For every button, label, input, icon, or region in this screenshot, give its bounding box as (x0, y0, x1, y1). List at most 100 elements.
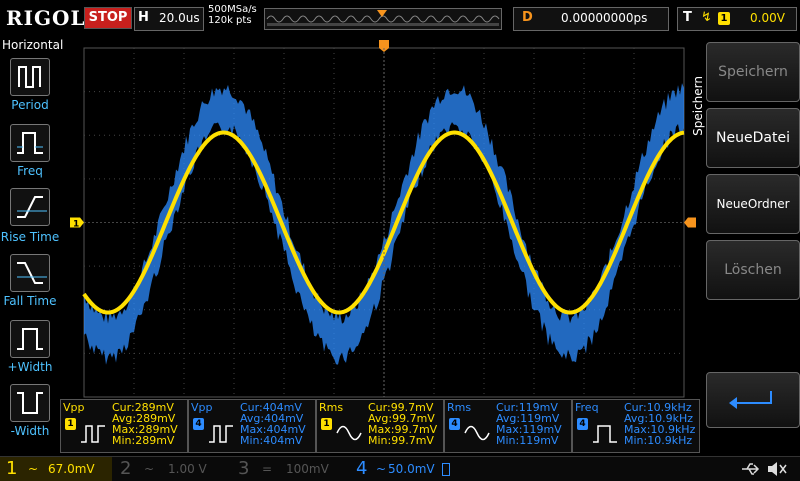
trigger-level-value: 0.00V (750, 11, 785, 25)
measurement-rms-ch1[interactable]: Rms 1 Cur:99.7mV Avg:99.7mV Max:99.7mV M… (316, 399, 444, 453)
measurement-name: Freq (575, 401, 599, 414)
coupling-icon: ~ (144, 462, 155, 476)
speichern-button[interactable]: Speichern (706, 42, 800, 102)
loeschen-button[interactable]: Löschen (706, 240, 800, 300)
trigger-position-marker (377, 10, 387, 17)
top-status-bar: RIGOL STOP H 20.0us 500MSa/s 120k pts D … (0, 0, 800, 36)
freq-label: Freq (17, 164, 43, 178)
trigger-source-badge: 1 (718, 12, 730, 25)
measurement-rms-ch4[interactable]: Rms 4 Cur:119mV Avg:119mV Max:119mV Min:… (444, 399, 572, 453)
measure-pos-width-button[interactable] (10, 320, 50, 358)
channel-status-bar: 1 ~ 67.0mV 2 ~ 1.00 V 3 = 100mV 4 ~ 50.0… (0, 456, 800, 481)
horizontal-letter: H (138, 10, 149, 25)
neg-width-label: -Width (10, 424, 50, 438)
channel-badge: 1 (65, 418, 76, 430)
delay-value: 0.00000000ps (561, 11, 648, 25)
measure-fall-time-button[interactable] (10, 254, 50, 292)
measurement-name: Rms (447, 401, 472, 414)
min-value: Min:289mV (112, 434, 175, 447)
min-value: Min:119mV (496, 434, 559, 447)
bandwidth-limit-icon (442, 463, 450, 476)
min-value: Min:10.9kHz (624, 434, 693, 447)
channel-number: 3 (238, 458, 250, 479)
period-label: Period (11, 98, 49, 112)
graticule: 1 (70, 40, 696, 398)
trigger-box[interactable]: T ↯ 1 0.00V (677, 7, 797, 31)
acquisition-info: 500MSa/s 120k pts (208, 4, 257, 26)
min-value: Min:404mV (240, 434, 303, 447)
coupling-icon: ~ (28, 462, 39, 476)
channel-2-status[interactable]: 2 ~ 1.00 V (116, 457, 228, 481)
measure-period-button[interactable] (10, 58, 50, 96)
positive-width-icon (17, 328, 43, 350)
trigger-level-marker[interactable] (684, 217, 696, 228)
run-stop-indicator[interactable]: STOP (84, 7, 132, 29)
channel-scale: 50.0mV (388, 462, 435, 476)
timebase-value: 20.0us (159, 11, 200, 25)
menu-title: Horizontal (2, 38, 64, 52)
back-button[interactable] (706, 372, 800, 428)
fall-time-label: Fall Time (3, 294, 57, 308)
measurement-vpp-ch1[interactable]: Vpp 1 Cur:289mV Avg:289mV Max:289mV Min:… (60, 399, 188, 453)
min-value: Min:99.7mV (368, 434, 434, 447)
channel-4-status[interactable]: 4 ~ 50.0mV (352, 457, 464, 481)
coupling-icon: ~ (376, 462, 387, 476)
trigger-letter: T (683, 10, 692, 25)
delay-box[interactable]: D 0.00000000ps (513, 7, 669, 31)
delay-letter: D (522, 10, 533, 25)
channel-number: 1 (6, 458, 18, 479)
pos-width-label: +Width (7, 360, 53, 374)
channel-badge: 4 (193, 418, 204, 430)
rise-time-label: Rise Time (0, 230, 60, 244)
speaker-muted-icon[interactable] (766, 460, 788, 478)
measure-neg-width-button[interactable] (10, 384, 50, 422)
right-soft-menu: Speichern Speichern NeueDatei NeueOrdner… (691, 36, 800, 456)
period-icon (18, 66, 41, 88)
channel-badge: 1 (321, 418, 332, 430)
waveform-display[interactable]: 1 (62, 40, 700, 398)
rising-edge-icon: ↯ (701, 10, 712, 25)
measure-rise-time-button[interactable] (10, 188, 50, 226)
measure-freq-button[interactable] (10, 124, 50, 162)
memory-waveform-preview (266, 10, 500, 26)
measurement-values: Cur:289mV Avg:289mV Max:289mV Min:289mV (112, 402, 178, 446)
measurement-values: Cur:119mV Avg:119mV Max:119mV Min:119mV (496, 402, 562, 446)
neue-ordner-button[interactable]: NeueOrdner (706, 174, 800, 234)
measurement-name: Vpp (63, 401, 85, 414)
channel-1-status[interactable]: 1 ~ 67.0mV (0, 457, 112, 481)
frequency-icon (593, 425, 617, 443)
sample-rate: 500MSa/s (208, 4, 257, 15)
vpp-icon (81, 425, 105, 443)
frequency-icon (17, 132, 43, 154)
channel-3-status[interactable]: 3 = 100mV (234, 457, 346, 481)
channel-number: 4 (356, 458, 368, 479)
brand-logo: RIGOL (6, 6, 86, 30)
return-arrow-icon (729, 391, 772, 409)
rise-time-icon (17, 196, 47, 218)
measurement-vpp-ch4[interactable]: Vpp 4 Cur:404mV Avg:404mV Max:404mV Min:… (188, 399, 316, 453)
fall-time-icon (17, 262, 47, 284)
channel-badge: 4 (577, 418, 588, 430)
channel-scale: 1.00 V (168, 462, 207, 476)
vpp-icon (209, 425, 233, 443)
memory-position-bar[interactable] (264, 8, 502, 30)
right-menu-title: Speichern (691, 76, 705, 136)
left-measure-menu: Horizontal Period Freq Rise Time Fall Ti… (0, 36, 64, 456)
measurement-name: Rms (319, 401, 344, 414)
negative-width-icon (17, 392, 43, 414)
neue-datei-button[interactable]: NeueDatei (706, 108, 800, 168)
channel-badge: 4 (449, 418, 460, 430)
measurement-values: Cur:404mV Avg:404mV Max:404mV Min:404mV (240, 402, 306, 446)
measurement-values: Cur:10.9kHz Avg:10.9kHz Max:10.9kHz Min:… (624, 402, 695, 446)
measurement-name: Vpp (191, 401, 213, 414)
usb-icon (742, 463, 760, 475)
memory-depth: 120k pts (208, 15, 252, 26)
measurement-values: Cur:99.7mV Avg:99.7mV Max:99.7mV Min:99.… (368, 402, 437, 446)
timebase-box[interactable]: H 20.0us (134, 7, 204, 31)
coupling-icon: = (262, 462, 273, 476)
rms-icon (336, 425, 362, 441)
measurement-freq-ch4[interactable]: Freq 4 Cur:10.9kHz Avg:10.9kHz Max:10.9k… (572, 399, 700, 453)
rms-icon (464, 425, 490, 441)
channel-1-marker-label: 1 (73, 220, 79, 230)
channel-scale: 67.0mV (48, 462, 95, 476)
